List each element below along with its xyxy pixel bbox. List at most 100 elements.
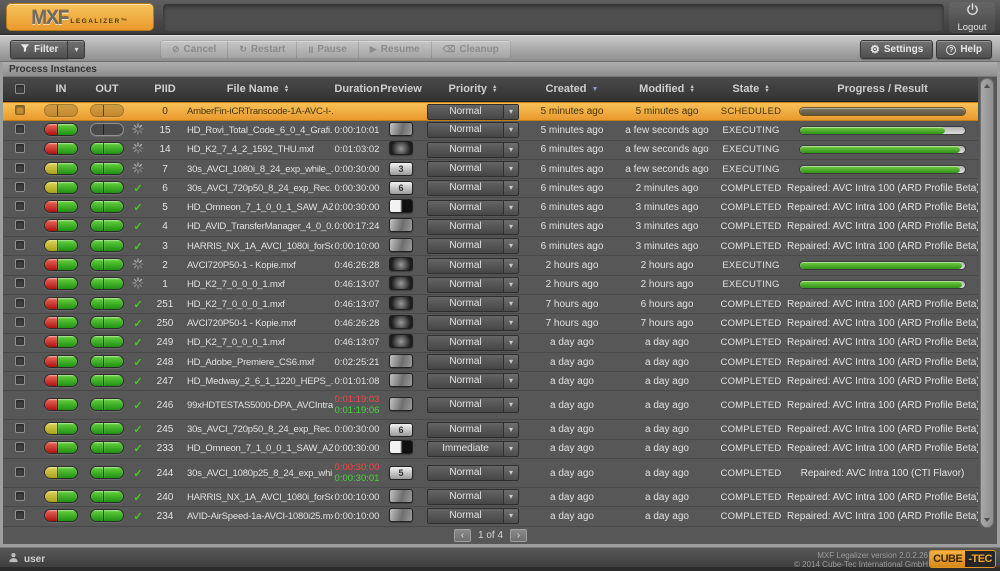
row-checkbox[interactable] bbox=[15, 220, 25, 230]
row-checkbox[interactable] bbox=[15, 240, 25, 250]
table-row[interactable]: ✓630s_AVCI_720p50_8_24_exp_Rec...0:00:30… bbox=[3, 179, 978, 198]
cleanup-button[interactable]: ⌫ Cleanup bbox=[432, 41, 510, 58]
preview-thumbnail[interactable] bbox=[389, 354, 413, 368]
sort-icon[interactable]: ▲▼ bbox=[689, 85, 694, 93]
row-checkbox[interactable] bbox=[15, 510, 25, 520]
table-row[interactable]: ✓234AVID-AirSpeed-1a-AVCI-1080i25.mxf0:0… bbox=[3, 507, 978, 526]
row-checkbox[interactable] bbox=[15, 124, 25, 134]
priority-dropdown[interactable]: Normal▾ bbox=[427, 354, 519, 370]
next-page-button[interactable]: › bbox=[510, 529, 527, 542]
resume-button[interactable]: ▶ Resume bbox=[359, 41, 432, 58]
row-checkbox[interactable] bbox=[15, 201, 25, 211]
preview-thumbnail[interactable] bbox=[389, 397, 413, 411]
priority-dropdown[interactable]: Normal▾ bbox=[427, 397, 519, 413]
priority-dropdown[interactable]: Normal▾ bbox=[427, 142, 519, 158]
preview-thumbnail[interactable] bbox=[389, 199, 413, 213]
priority-dropdown[interactable]: Normal▾ bbox=[427, 180, 519, 196]
priority-dropdown[interactable]: Normal▾ bbox=[427, 465, 519, 481]
row-checkbox[interactable] bbox=[15, 143, 25, 153]
priority-dropdown[interactable]: Normal▾ bbox=[427, 104, 519, 120]
select-all-checkbox[interactable] bbox=[15, 84, 25, 94]
priority-dropdown[interactable]: Normal▾ bbox=[427, 489, 519, 505]
priority-dropdown[interactable]: Normal▾ bbox=[427, 335, 519, 351]
row-checkbox[interactable] bbox=[15, 163, 25, 173]
row-checkbox[interactable] bbox=[15, 467, 25, 477]
help-button[interactable]: ? Help bbox=[936, 40, 992, 59]
priority-dropdown[interactable]: Normal▾ bbox=[427, 422, 519, 438]
priority-dropdown[interactable]: Normal▾ bbox=[427, 277, 519, 293]
priority-dropdown[interactable]: Normal▾ bbox=[427, 161, 519, 177]
filter-button[interactable]: Filter bbox=[10, 40, 68, 59]
priority-dropdown[interactable]: Normal▾ bbox=[427, 373, 519, 389]
priority-dropdown[interactable]: Normal▾ bbox=[427, 258, 519, 274]
scroll-up-icon[interactable] bbox=[984, 84, 990, 88]
table-row[interactable]: 2AVCI720P50-1 - Kopie.mxf0:46:26:28Norma… bbox=[3, 256, 978, 275]
preview-thumbnail[interactable]: 5 bbox=[389, 466, 413, 480]
priority-dropdown[interactable]: Normal▾ bbox=[427, 238, 519, 254]
preview-thumbnail[interactable] bbox=[389, 315, 413, 329]
column-header-created[interactable]: Created ▼ bbox=[525, 83, 619, 95]
priority-dropdown[interactable]: Normal▾ bbox=[427, 508, 519, 524]
preview-thumbnail[interactable] bbox=[389, 257, 413, 271]
table-row[interactable]: ✓248HD_Adobe_Premiere_CS6.mxf0:02:25:21N… bbox=[3, 353, 978, 372]
row-checkbox[interactable] bbox=[15, 375, 25, 385]
table-row[interactable]: ✓247HD_Medway_2_6_1_1220_HEPS_...0:01:01… bbox=[3, 372, 978, 391]
preview-thumbnail[interactable]: 6 bbox=[389, 181, 413, 195]
settings-button[interactable]: ⚙ Settings bbox=[860, 40, 933, 59]
scroll-down-icon[interactable] bbox=[984, 518, 990, 522]
sort-icon[interactable]: ▲▼ bbox=[284, 85, 289, 93]
priority-dropdown[interactable]: Normal▾ bbox=[427, 296, 519, 312]
table-row[interactable]: ✓24430s_AVCI_1080p25_8_24_exp_whi...0:00… bbox=[3, 459, 978, 488]
priority-dropdown[interactable]: Immediate▾ bbox=[427, 441, 519, 457]
row-checkbox[interactable] bbox=[15, 317, 25, 327]
row-checkbox[interactable] bbox=[15, 298, 25, 308]
column-header-priority[interactable]: Priority ▲▼ bbox=[421, 83, 525, 95]
column-header-in[interactable]: IN bbox=[37, 83, 85, 95]
column-header-out[interactable]: OUT bbox=[85, 83, 129, 95]
preview-thumbnail[interactable]: 3 bbox=[389, 162, 413, 176]
pause-button[interactable]: II Pause bbox=[297, 41, 358, 58]
table-row[interactable]: ✓233HD_Omneon_7_1_0_0_1_SAW_AZ...0:00:30… bbox=[3, 440, 978, 459]
row-checkbox[interactable] bbox=[15, 182, 25, 192]
table-row[interactable]: ✓5HD_Omneon_7_1_0_0_1_SAW_AZ...0:00:30:0… bbox=[3, 198, 978, 217]
table-row[interactable]: ✓24530s_AVCI_720p50_8_24_exp_Rec...0:00:… bbox=[3, 420, 978, 439]
table-row[interactable]: ✓24699xHDTESTAS5000-DPA_AVCIntra...0:01:… bbox=[3, 391, 978, 420]
preview-thumbnail[interactable] bbox=[389, 276, 413, 290]
restart-button[interactable]: ↻ Restart bbox=[228, 41, 297, 58]
preview-thumbnail[interactable] bbox=[389, 508, 413, 522]
row-checkbox[interactable] bbox=[15, 259, 25, 269]
row-checkbox[interactable] bbox=[15, 278, 25, 288]
preview-thumbnail[interactable] bbox=[389, 238, 413, 252]
table-row[interactable]: ✓3HARRIS_NX_1A_AVCI_1080i_forSo...0:00:1… bbox=[3, 237, 978, 256]
table-row[interactable]: 15HD_Rovi_Total_Code_6_0_4_Grafi...0:00:… bbox=[3, 121, 978, 140]
row-checkbox[interactable] bbox=[15, 105, 25, 115]
preview-thumbnail[interactable] bbox=[389, 334, 413, 348]
column-header-modified[interactable]: Modified ▲▼ bbox=[619, 83, 715, 95]
priority-dropdown[interactable]: Normal▾ bbox=[427, 200, 519, 216]
row-checkbox[interactable] bbox=[15, 399, 25, 409]
column-header-file-name[interactable]: File Name ▲▼ bbox=[183, 83, 333, 95]
table-row[interactable]: ✓251HD_K2_7_0_0_0_1.mxf0:46:13:07Normal▾… bbox=[3, 295, 978, 314]
table-row[interactable]: ✓4HD_AVID_TransferManager_4_0_0...0:00:1… bbox=[3, 218, 978, 237]
row-checkbox[interactable] bbox=[15, 442, 25, 452]
table-row[interactable]: ✓249HD_K2_7_0_0_0_1.mxf0:46:13:07Normal▾… bbox=[3, 334, 978, 353]
column-header-duration[interactable]: Duration bbox=[333, 83, 381, 95]
sort-descending-icon[interactable]: ▼ bbox=[592, 86, 599, 93]
column-header-state[interactable]: State ▲▼ bbox=[715, 83, 787, 95]
preview-thumbnail[interactable] bbox=[389, 489, 413, 503]
preview-thumbnail[interactable] bbox=[389, 218, 413, 232]
preview-thumbnail[interactable]: 6 bbox=[389, 423, 413, 437]
sort-icon[interactable]: ▲▼ bbox=[492, 85, 497, 93]
table-row[interactable]: ✓240HARRIS_NX_1A_AVCI_1080i_forSo...0:00… bbox=[3, 488, 978, 507]
table-row[interactable]: ✓250AVCI720P50-1 - Kopie.mxf0:46:26:28No… bbox=[3, 314, 978, 333]
vertical-scrollbar[interactable] bbox=[980, 78, 994, 528]
cancel-button[interactable]: ⊘ Cancel bbox=[161, 41, 228, 58]
table-row[interactable]: 0AmberFin-iCRTranscode-1A-AVC-I-...Norma… bbox=[3, 102, 978, 121]
sort-icon[interactable]: ▲▼ bbox=[764, 85, 769, 93]
priority-dropdown[interactable]: Normal▾ bbox=[427, 315, 519, 331]
preview-thumbnail[interactable] bbox=[389, 440, 413, 454]
preview-thumbnail[interactable] bbox=[389, 141, 413, 155]
priority-dropdown[interactable]: Normal▾ bbox=[427, 122, 519, 138]
preview-thumbnail[interactable] bbox=[389, 373, 413, 387]
row-checkbox[interactable] bbox=[15, 491, 25, 501]
